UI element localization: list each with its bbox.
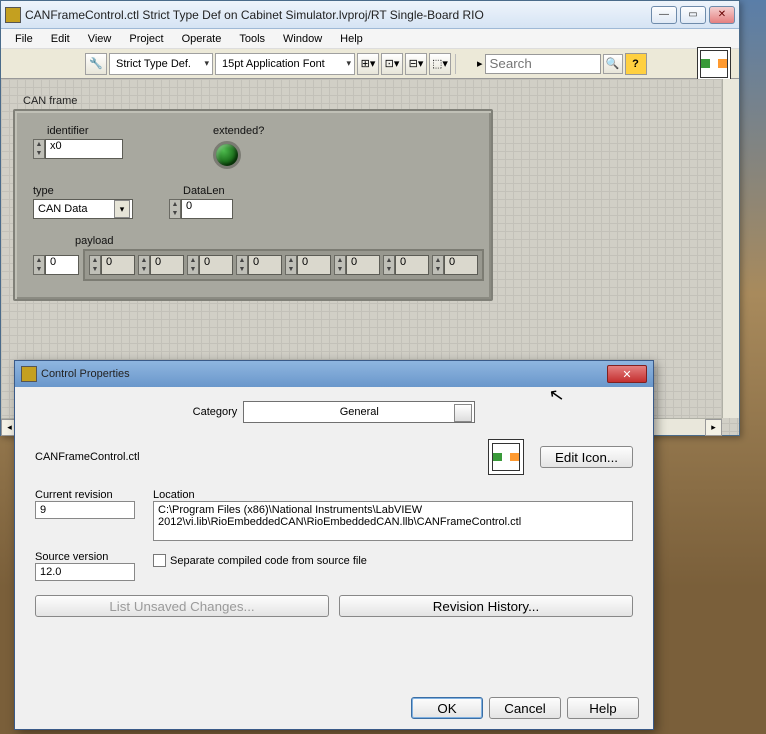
source-version-value: 12.0 bbox=[35, 563, 135, 581]
checkbox-icon bbox=[153, 554, 166, 567]
list-unsaved-button: List Unsaved Changes... bbox=[35, 595, 329, 617]
source-version-label: Source version bbox=[35, 551, 135, 563]
menu-window[interactable]: Window bbox=[275, 31, 330, 47]
revision-history-button[interactable]: Revision History... bbox=[339, 595, 633, 617]
payload-cell-7[interactable]: 0 bbox=[444, 255, 478, 275]
category-value: General bbox=[340, 406, 379, 418]
cancel-button[interactable]: Cancel bbox=[489, 697, 561, 719]
menu-view[interactable]: View bbox=[80, 31, 120, 47]
search-input[interactable] bbox=[485, 54, 601, 74]
extended-led[interactable] bbox=[213, 141, 241, 169]
distribute-button[interactable]: ⊡▾ bbox=[381, 53, 403, 75]
extended-field: extended? bbox=[213, 125, 264, 169]
toolbar: 🔧 Strict Type Def. 15pt Application Font… bbox=[1, 49, 739, 79]
payload-cell-spinner-6[interactable]: ▲▼ bbox=[383, 255, 395, 275]
can-frame-cluster[interactable]: identifier ▲▼ x0 extended? type CAN bbox=[13, 109, 493, 301]
datalen-label: DataLen bbox=[183, 185, 233, 197]
payload-index-spinner[interactable]: ▲▼ bbox=[33, 255, 45, 275]
title-bar[interactable]: CANFrameControl.ctl Strict Type Def on C… bbox=[1, 1, 739, 29]
extended-label: extended? bbox=[213, 125, 264, 137]
category-selector[interactable]: General ▼ bbox=[243, 401, 475, 423]
menu-project[interactable]: Project bbox=[121, 31, 171, 47]
revision-label: Current revision bbox=[35, 489, 135, 501]
vi-icon[interactable] bbox=[697, 47, 731, 81]
payload-cell-spinner-1[interactable]: ▲▼ bbox=[138, 255, 150, 275]
identifier-label: identifier bbox=[47, 125, 123, 137]
separate-compiled-label: Separate compiled code from source file bbox=[170, 555, 367, 567]
identifier-input[interactable]: x0 bbox=[45, 139, 123, 159]
scroll-right-button[interactable]: ▸ bbox=[705, 419, 722, 436]
location-label: Location bbox=[153, 489, 633, 501]
dialog-title: Control Properties bbox=[41, 368, 607, 380]
control-filename: CANFrameControl.ctl bbox=[35, 451, 472, 463]
payload-cell-1[interactable]: 0 bbox=[150, 255, 184, 275]
payload-field: payload ▲▼ 0 ▲▼0 ▲▼0 ▲▼0 ▲▼0 ▲▼0 ▲▼0 bbox=[33, 235, 473, 281]
dialog-title-bar[interactable]: Control Properties ✕ bbox=[15, 361, 653, 387]
vertical-scrollbar[interactable] bbox=[722, 79, 739, 418]
menu-help[interactable]: Help bbox=[332, 31, 371, 47]
cluster-label: CAN frame bbox=[23, 95, 739, 107]
category-label: Category bbox=[193, 406, 238, 418]
close-button[interactable]: ✕ bbox=[709, 6, 735, 24]
payload-cell-3[interactable]: 0 bbox=[248, 255, 282, 275]
align-button[interactable]: ⊞▾ bbox=[357, 53, 379, 75]
payload-cell-spinner-5[interactable]: ▲▼ bbox=[334, 255, 346, 275]
payload-cell-spinner-0[interactable]: ▲▼ bbox=[89, 255, 101, 275]
identifier-spinner[interactable]: ▲▼ bbox=[33, 139, 45, 159]
dialog-close-button[interactable]: ✕ bbox=[607, 365, 647, 383]
payload-cell-spinner-2[interactable]: ▲▼ bbox=[187, 255, 199, 275]
datalen-field: DataLen ▲▼ 0 bbox=[169, 185, 233, 219]
font-selector[interactable]: 15pt Application Font bbox=[215, 53, 355, 75]
datalen-spinner[interactable]: ▲▼ bbox=[169, 199, 181, 219]
reorder-button[interactable]: ⬚▾ bbox=[429, 53, 451, 75]
search-icon[interactable]: 🔍 bbox=[603, 54, 623, 74]
payload-cell-spinner-7[interactable]: ▲▼ bbox=[432, 255, 444, 275]
resize-button[interactable]: ⊟▾ bbox=[405, 53, 427, 75]
revision-value: 9 bbox=[35, 501, 135, 519]
payload-cell-6[interactable]: 0 bbox=[395, 255, 429, 275]
payload-index[interactable]: 0 bbox=[45, 255, 79, 275]
menu-operate[interactable]: Operate bbox=[174, 31, 230, 47]
ok-button[interactable]: OK bbox=[411, 697, 483, 719]
minimize-button[interactable]: — bbox=[651, 6, 677, 24]
location-value: C:\Program Files (x86)\National Instrume… bbox=[153, 501, 633, 541]
edit-mode-button[interactable]: 🔧 bbox=[85, 53, 107, 75]
payload-cell-spinner-3[interactable]: ▲▼ bbox=[236, 255, 248, 275]
vi-icon-preview bbox=[488, 439, 524, 475]
app-icon bbox=[5, 7, 21, 23]
window-title: CANFrameControl.ctl Strict Type Def on C… bbox=[25, 8, 651, 22]
type-label: type bbox=[33, 185, 133, 197]
properties-dialog: Control Properties ✕ ↖ Category General … bbox=[14, 360, 654, 730]
menu-tools[interactable]: Tools bbox=[231, 31, 273, 47]
menu-file[interactable]: File bbox=[7, 31, 41, 47]
menu-edit[interactable]: Edit bbox=[43, 31, 78, 47]
payload-cell-4[interactable]: 0 bbox=[297, 255, 331, 275]
payload-cell-5[interactable]: 0 bbox=[346, 255, 380, 275]
font-label: 15pt Application Font bbox=[222, 58, 325, 70]
type-combo[interactable]: CAN Data bbox=[33, 199, 133, 219]
payload-array[interactable]: ▲▼0 ▲▼0 ▲▼0 ▲▼0 ▲▼0 ▲▼0 ▲▼0 ▲▼0 bbox=[83, 249, 484, 281]
payload-cell-0[interactable]: 0 bbox=[101, 255, 135, 275]
payload-cell-2[interactable]: 0 bbox=[199, 255, 233, 275]
dialog-app-icon bbox=[21, 366, 37, 382]
payload-cell-spinner-4[interactable]: ▲▼ bbox=[285, 255, 297, 275]
separate-compiled-checkbox[interactable]: Separate compiled code from source file bbox=[153, 554, 633, 567]
typedef-selector[interactable]: Strict Type Def. bbox=[109, 53, 213, 75]
type-value: CAN Data bbox=[38, 203, 88, 215]
edit-icon-button[interactable]: Edit Icon... bbox=[540, 446, 633, 468]
payload-label: payload bbox=[75, 235, 473, 247]
help-button[interactable]: Help bbox=[567, 697, 639, 719]
identifier-field: identifier ▲▼ x0 bbox=[33, 125, 123, 159]
datalen-input[interactable]: 0 bbox=[181, 199, 233, 219]
search-bullet: ▸ bbox=[477, 57, 483, 70]
menu-bar: File Edit View Project Operate Tools Win… bbox=[1, 29, 739, 49]
type-field: type CAN Data bbox=[33, 185, 133, 219]
context-help-button[interactable]: ? bbox=[625, 53, 647, 75]
maximize-button[interactable]: ▭ bbox=[680, 6, 706, 24]
typedef-label: Strict Type Def. bbox=[116, 58, 191, 70]
